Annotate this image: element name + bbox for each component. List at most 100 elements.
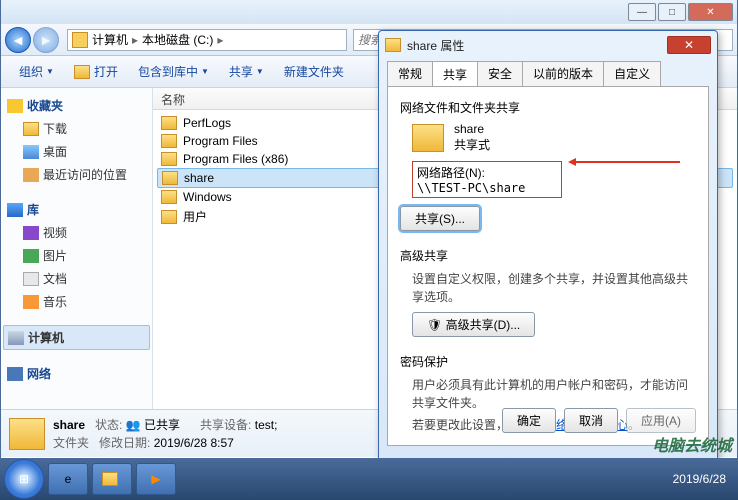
sidebar-item-downloads[interactable]: 下载 [3,117,150,140]
new-folder-button[interactable]: 新建文件夹 [274,59,354,84]
sidebar-item-network[interactable]: 网络 [3,362,150,385]
folder-icon [162,171,178,185]
sidebar-item-recent[interactable]: 最近访问的位置 [3,163,150,186]
media-icon: ▶ [151,472,160,486]
minimize-button[interactable]: — [628,3,656,21]
breadcrumb-drive[interactable]: 本地磁盘 (C:) [142,31,213,48]
forward-button[interactable]: ► [33,27,59,53]
sidebar-item-music[interactable]: 音乐 [3,290,150,313]
sidebar-favorites[interactable]: 收藏夹 [3,94,150,117]
folder-icon [161,134,177,148]
back-button[interactable]: ◄ [5,27,31,53]
library-icon [7,203,23,217]
section-network-share: 网络文件和文件夹共享 [400,99,696,116]
taskbar: ⊞ e ▶ 2019/6/28 [0,458,738,500]
folder-icon [161,152,177,166]
network-path-label: 网络路径(N): [417,164,557,181]
network-path-box: 网络路径(N): \\TEST-PC\share [412,161,562,198]
folder-icon [102,472,118,486]
folder-icon [161,190,177,204]
file-name: share [184,171,214,185]
status-name: share [53,418,85,432]
tab-strip: 常规共享安全以前的版本自定义 [379,61,717,86]
taskbar-ie[interactable]: e [48,463,88,495]
folder-icon [9,418,45,450]
breadcrumb[interactable]: 计算机 ▸ 本地磁盘 (C:) ▸ [67,29,347,51]
chevron-right-icon: ▸ [217,33,223,47]
drive-icon [72,32,88,48]
start-button[interactable]: ⊞ [4,459,44,499]
status-state-value: 已共享 [144,418,180,432]
sidebar-item-documents[interactable]: 文档 [3,267,150,290]
file-name: 用户 [183,208,207,225]
status-type: 文件夹 [53,436,89,450]
network-path-value: \\TEST-PC\share [417,181,557,195]
tab-4[interactable]: 自定义 [603,61,661,86]
maximize-button[interactable]: □ [658,3,686,21]
folder-icon [161,116,177,130]
computer-icon [8,331,24,345]
share-button[interactable]: 共享▼ [219,59,274,84]
properties-dialog: share 属性 ✕ 常规共享安全以前的版本自定义 网络文件和文件夹共享 sha… [378,30,718,470]
taskbar-media[interactable]: ▶ [136,463,176,495]
file-name: Program Files (x86) [183,152,288,166]
section-password: 密码保护 [400,353,696,370]
tab-1[interactable]: 共享 [432,61,478,86]
folder-icon [23,122,39,136]
sidebar-item-video[interactable]: 视频 [3,221,150,244]
sidebar-item-desktop[interactable]: 桌面 [3,140,150,163]
sidebar-item-computer[interactable]: 计算机 [3,325,150,350]
include-library-button[interactable]: 包含到库中▼ [128,59,219,84]
recent-icon [23,168,39,182]
ie-icon: e [65,472,72,486]
taskbar-explorer[interactable] [92,463,132,495]
network-icon [7,367,23,381]
ok-button[interactable]: 确定 [502,408,556,433]
dialog-title: share 属性 [407,37,464,54]
close-button[interactable]: ✕ [688,3,733,21]
section-advanced-share: 高级共享 [400,247,696,264]
folder-icon [385,38,401,52]
tab-0[interactable]: 常规 [387,61,433,86]
advanced-share-desc: 设置自定义权限，创建多个共享，并设置其他高级共享选项。 [412,270,696,306]
apply-button[interactable]: 应用(A) [626,408,696,433]
annotation-arrow [570,161,680,163]
document-icon [23,272,39,286]
organize-button[interactable]: 组织▼ [9,59,64,84]
status-dev-value: test; [255,418,278,432]
desktop-icon [23,145,39,159]
status-dev-label: 共享设备: [200,418,251,432]
file-name: PerfLogs [183,116,231,130]
windows-icon: ⊞ [19,472,29,486]
tab-3[interactable]: 以前的版本 [522,61,604,86]
share-button[interactable]: 共享(S)... [400,206,480,231]
sidebar-item-pictures[interactable]: 图片 [3,244,150,267]
folder-icon [412,124,444,152]
share-folder-name: share [454,122,490,136]
system-tray[interactable]: 2019/6/28 [665,472,734,486]
advanced-share-button[interactable]: 🛡 高级共享(D)... [412,312,535,337]
sidebar: 收藏夹 下载 桌面 最近访问的位置 库 视频 图片 文档 音乐 计算机 网络 [1,88,153,456]
picture-icon [23,249,39,263]
watermark: 电脑去统城 [652,432,732,456]
dialog-close-button[interactable]: ✕ [667,36,711,54]
status-state-label: 状态: [95,418,122,432]
dialog-titlebar: share 属性 ✕ [379,31,717,59]
tray-date: 2019/6/28 [673,472,726,486]
status-date-label: 修改日期: [99,436,150,450]
tab-panel-sharing: 网络文件和文件夹共享 share 共享式 网络路径(N): \\TEST-PC\… [387,86,709,446]
video-icon [23,226,39,240]
sidebar-libraries[interactable]: 库 [3,198,150,221]
star-icon [7,99,23,113]
folder-icon [74,65,90,79]
explorer-titlebar: — □ ✕ [1,0,737,24]
folder-icon [161,210,177,224]
file-name: Program Files [183,134,258,148]
cancel-button[interactable]: 取消 [564,408,618,433]
breadcrumb-root[interactable]: 计算机 [92,31,128,48]
file-name: Windows [183,190,232,204]
share-state: 共享式 [454,136,490,153]
status-date-value: 2019/6/28 8:57 [154,436,234,450]
tab-2[interactable]: 安全 [477,61,523,86]
open-button[interactable]: 打开 [64,59,128,84]
